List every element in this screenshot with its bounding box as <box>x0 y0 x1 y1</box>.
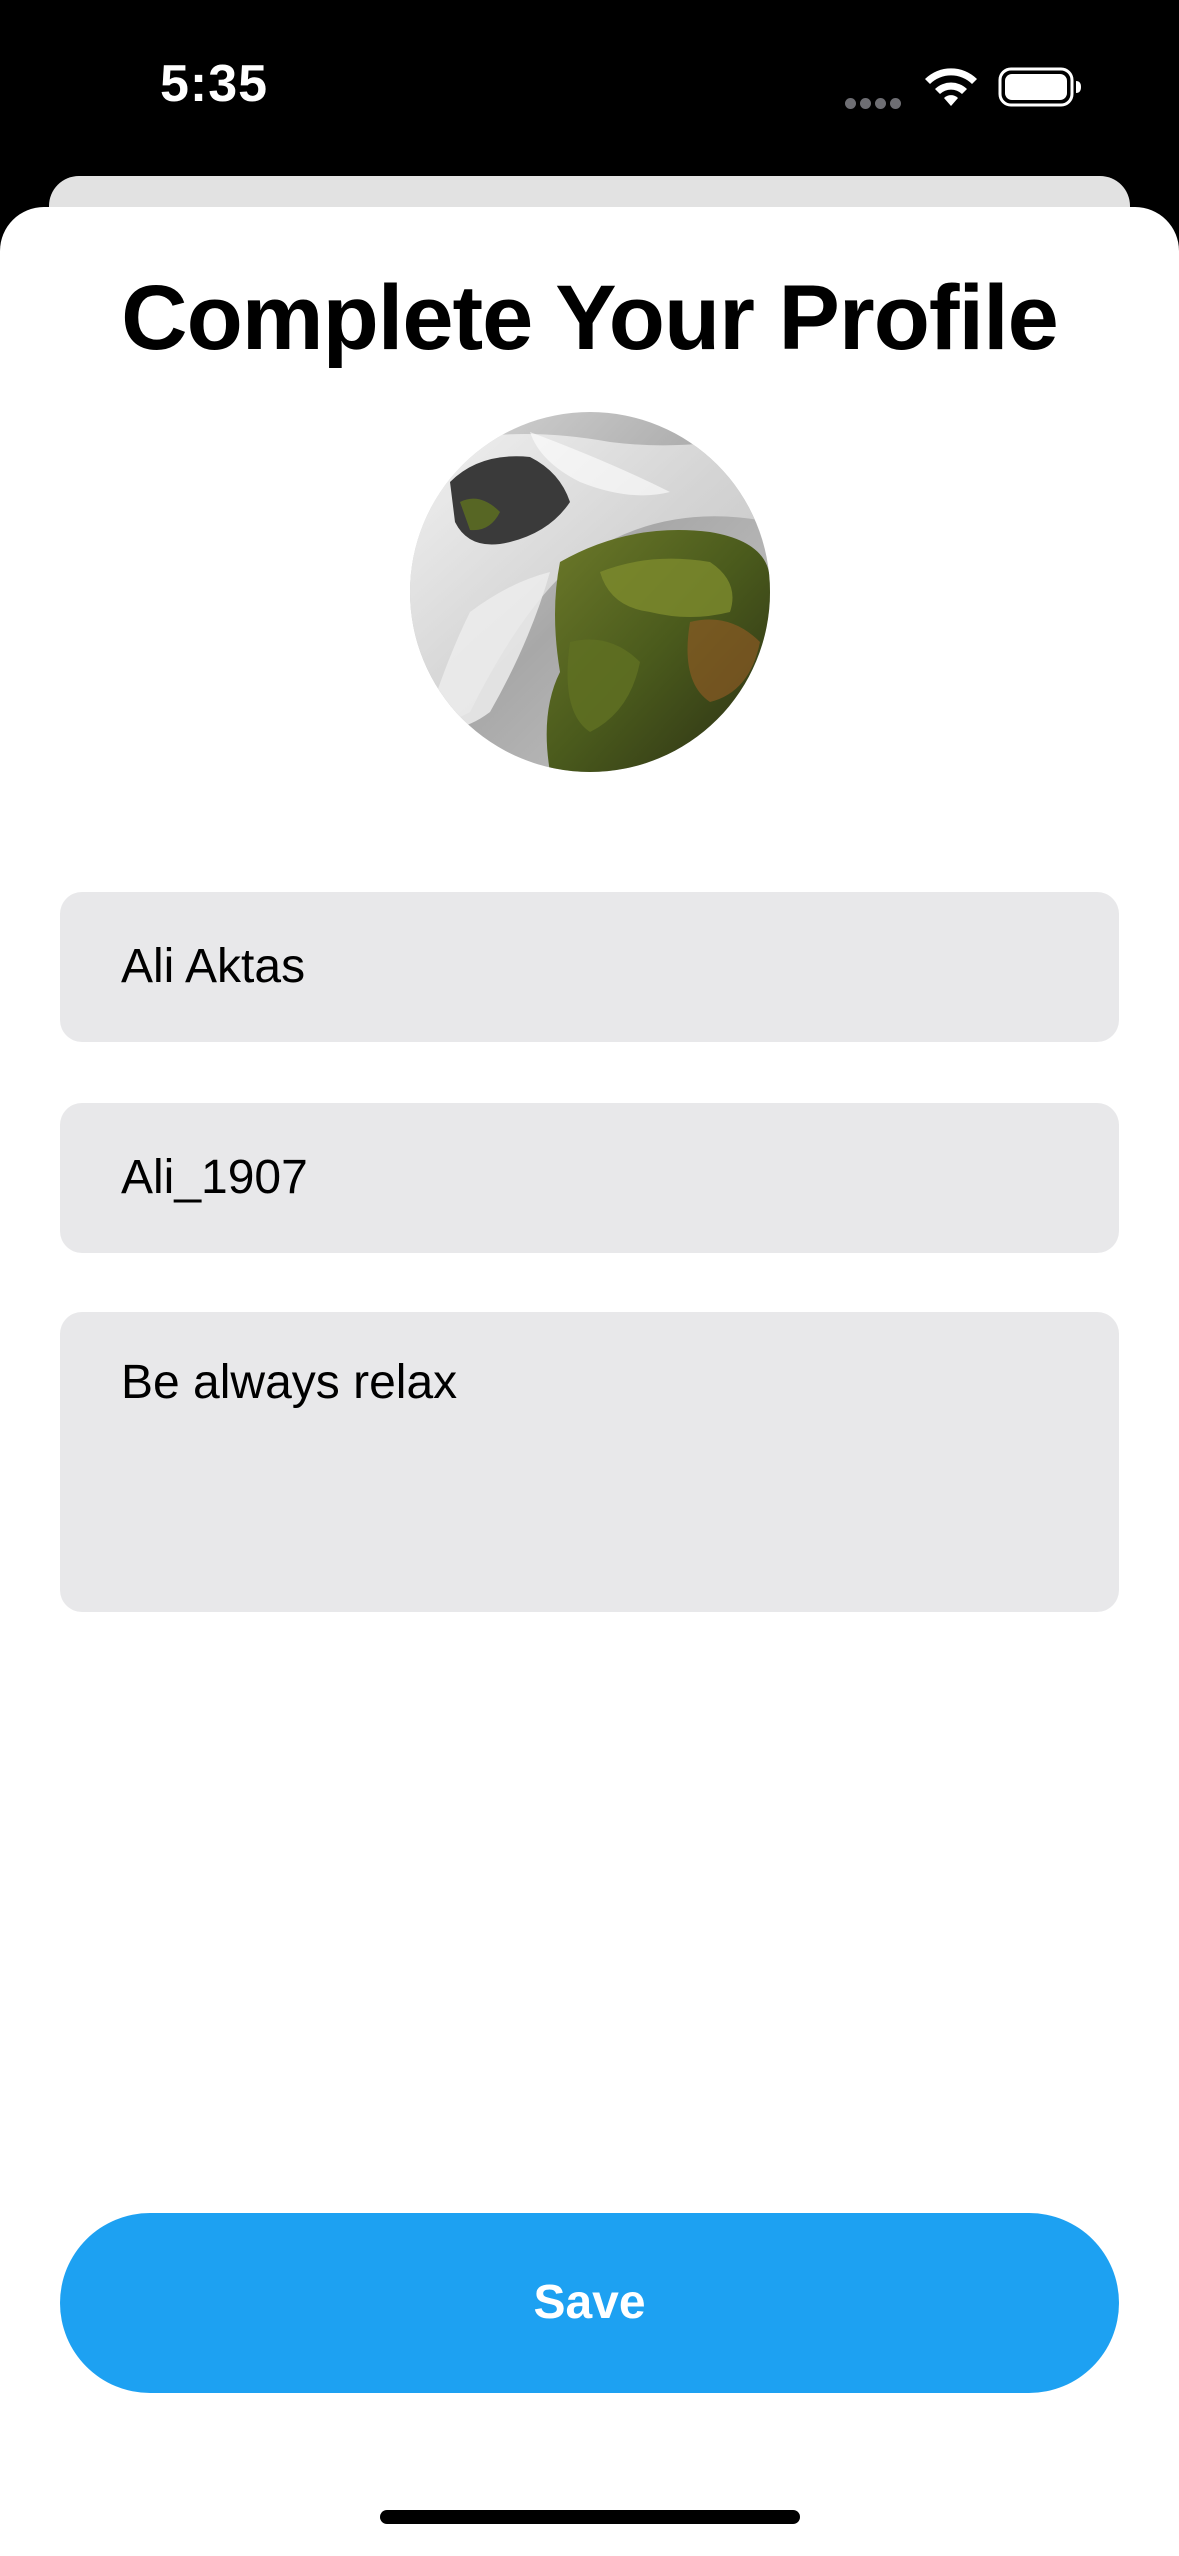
page-title: Complete Your Profile <box>121 267 1059 369</box>
profile-photo-waterfall <box>410 412 770 772</box>
app-screen: 5:35 Complete Your Profile Ali Aktas Ali… <box>0 0 1179 2556</box>
username-field[interactable]: Ali_1907 <box>60 1103 1119 1253</box>
battery-icon <box>998 67 1081 107</box>
wifi-icon <box>925 68 977 106</box>
full-name-field[interactable]: Ali Aktas <box>60 892 1119 1042</box>
status-bar: 5:35 <box>0 0 1179 175</box>
cellular-dots-icon <box>845 96 907 109</box>
save-button[interactable]: Save <box>60 2213 1119 2393</box>
avatar[interactable] <box>410 412 770 772</box>
home-indicator[interactable] <box>380 2510 800 2524</box>
status-time: 5:35 <box>160 55 269 113</box>
bio-field[interactable]: Be always relax <box>60 1312 1119 1612</box>
